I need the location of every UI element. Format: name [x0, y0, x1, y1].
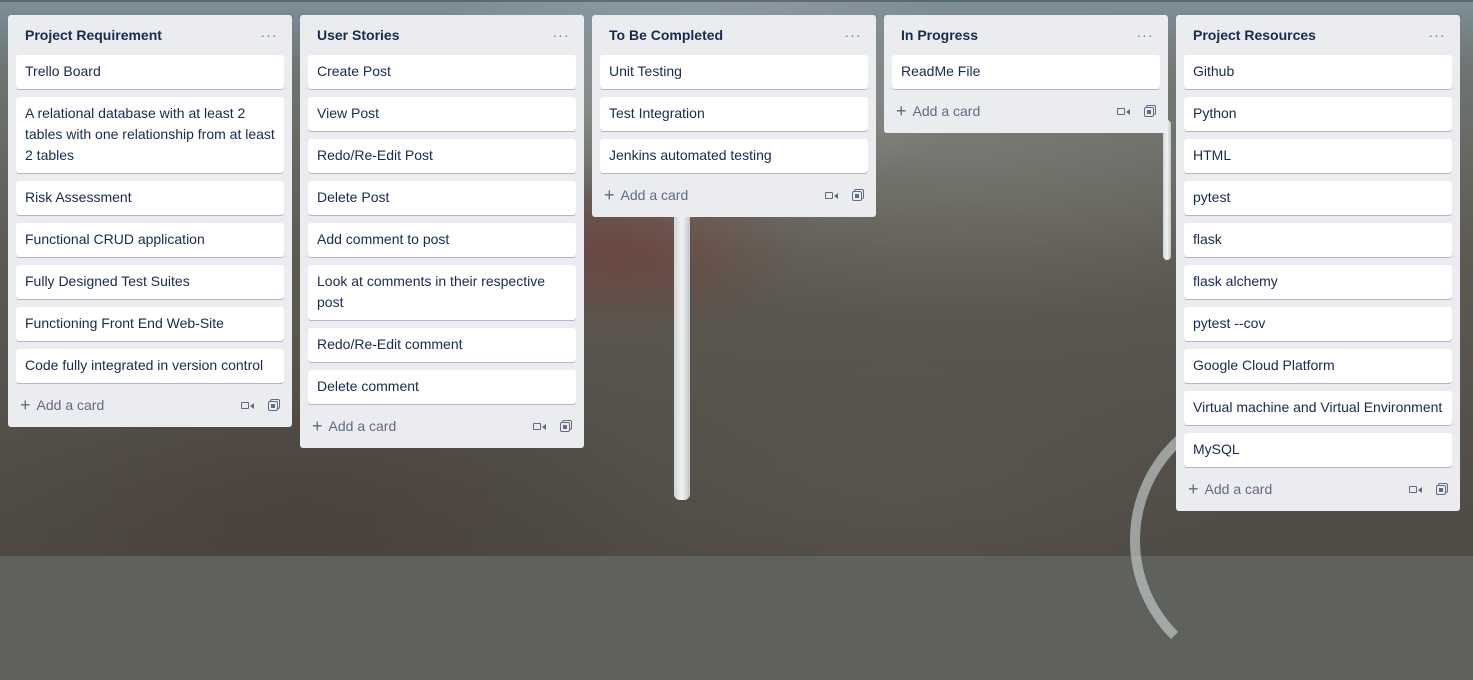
card[interactable]: Functional CRUD application: [16, 223, 284, 257]
list-footer: + Add a card: [892, 97, 1160, 125]
top-bar-edge: [0, 0, 1473, 2]
card-list: Trello Board A relational database with a…: [16, 55, 284, 383]
board-canvas: Project Requirement ··· Trello Board A re…: [8, 15, 1473, 556]
card[interactable]: Risk Assessment: [16, 181, 284, 215]
list-header: To Be Completed ···: [600, 15, 868, 55]
card-list: Create Post View Post Redo/Re-Edit Post Del…: [308, 55, 576, 404]
footer-icons: [533, 420, 572, 432]
more-horizontal-icon[interactable]: ···: [258, 24, 280, 46]
card[interactable]: Add comment to post: [308, 223, 576, 257]
list-title[interactable]: Project Resources: [1193, 27, 1316, 43]
list-header: Project Requirement ···: [16, 15, 284, 55]
list-in-progress: In Progress ··· ReadMe File + Add a card: [884, 15, 1168, 133]
more-horizontal-icon[interactable]: ···: [550, 24, 572, 46]
list-footer: + Add a card: [600, 181, 868, 209]
card-list: ReadMe File: [892, 55, 1160, 89]
card[interactable]: Look at comments in their respective pos…: [308, 265, 576, 320]
card[interactable]: Trello Board: [16, 55, 284, 89]
add-card-button[interactable]: + Add a card: [20, 395, 105, 415]
footer-icons: [1117, 105, 1156, 117]
add-card-label: Add a card: [912, 103, 981, 119]
add-card-button[interactable]: + Add a card: [312, 416, 397, 436]
card[interactable]: A relational database with at least 2 ta…: [16, 97, 284, 173]
video-camera-icon[interactable]: [241, 401, 254, 410]
card[interactable]: pytest --cov: [1184, 307, 1452, 341]
list-title[interactable]: In Progress: [901, 27, 978, 43]
list-header: Project Resources ···: [1184, 15, 1452, 55]
more-horizontal-icon[interactable]: ···: [1134, 24, 1156, 46]
card[interactable]: Unit Testing: [600, 55, 868, 89]
add-card-button[interactable]: + Add a card: [1188, 479, 1273, 499]
card[interactable]: Jenkins automated testing: [600, 139, 868, 173]
footer-icons: [241, 399, 280, 411]
card[interactable]: Redo/Re-Edit comment: [308, 328, 576, 362]
list-footer: + Add a card: [16, 391, 284, 419]
card[interactable]: Code fully integrated in version control: [16, 349, 284, 383]
card-list: Unit Testing Test Integration Jenkins auto…: [600, 55, 868, 173]
card[interactable]: Redo/Re-Edit Post: [308, 139, 576, 173]
card[interactable]: flask alchemy: [1184, 265, 1452, 299]
card-list: Github Python HTML pytest flask flask alchemy…: [1184, 55, 1452, 467]
list-project-resources: Project Resources ··· Github Python HTML py…: [1176, 15, 1460, 511]
list-footer: + Add a card: [308, 412, 576, 440]
card[interactable]: Virtual machine and Virtual Environment: [1184, 391, 1452, 425]
add-card-label: Add a card: [36, 397, 105, 413]
video-camera-icon[interactable]: [1117, 107, 1130, 116]
plus-icon: +: [604, 185, 615, 205]
plus-icon: +: [20, 395, 31, 415]
list-user-stories: User Stories ··· Create Post View Post Red…: [300, 15, 584, 448]
card[interactable]: Test Integration: [600, 97, 868, 131]
plus-icon: +: [1188, 479, 1199, 499]
card-template-icon[interactable]: [560, 420, 572, 432]
list-footer: + Add a card: [1184, 475, 1452, 503]
video-camera-icon[interactable]: [825, 191, 838, 200]
list-header: User Stories ···: [308, 15, 576, 55]
card[interactable]: Delete comment: [308, 370, 576, 404]
footer-icons: [1409, 483, 1448, 495]
add-card-button[interactable]: + Add a card: [896, 101, 981, 121]
video-camera-icon[interactable]: [1409, 485, 1422, 494]
add-card-label: Add a card: [1204, 481, 1273, 497]
card[interactable]: Delete Post: [308, 181, 576, 215]
list-title[interactable]: To Be Completed: [609, 27, 723, 43]
video-camera-icon[interactable]: [533, 422, 546, 431]
card[interactable]: Python: [1184, 97, 1452, 131]
card[interactable]: ReadMe File: [892, 55, 1160, 89]
list-title[interactable]: User Stories: [317, 27, 399, 43]
card[interactable]: flask: [1184, 223, 1452, 257]
card[interactable]: Fully Designed Test Suites: [16, 265, 284, 299]
list-to-be-completed: To Be Completed ··· Unit Testing Test Int…: [592, 15, 876, 217]
card[interactable]: Create Post: [308, 55, 576, 89]
more-horizontal-icon[interactable]: ···: [842, 24, 864, 46]
card[interactable]: Github: [1184, 55, 1452, 89]
list-header: In Progress ···: [892, 15, 1160, 55]
card[interactable]: View Post: [308, 97, 576, 131]
more-horizontal-icon[interactable]: ···: [1426, 24, 1448, 46]
list-title[interactable]: Project Requirement: [25, 27, 162, 43]
card[interactable]: Functioning Front End Web-Site: [16, 307, 284, 341]
card-template-icon[interactable]: [268, 399, 280, 411]
plus-icon: +: [896, 101, 907, 121]
card[interactable]: HTML: [1184, 139, 1452, 173]
card[interactable]: pytest: [1184, 181, 1452, 215]
plus-icon: +: [312, 416, 323, 436]
card[interactable]: Google Cloud Platform: [1184, 349, 1452, 383]
add-card-label: Add a card: [328, 418, 397, 434]
footer-icons: [825, 189, 864, 201]
add-card-label: Add a card: [620, 187, 689, 203]
card-template-icon[interactable]: [1144, 105, 1156, 117]
card-template-icon[interactable]: [1436, 483, 1448, 495]
card[interactable]: MySQL: [1184, 433, 1452, 467]
add-card-button[interactable]: + Add a card: [604, 185, 689, 205]
list-project-requirement: Project Requirement ··· Trello Board A re…: [8, 15, 292, 427]
card-template-icon[interactable]: [852, 189, 864, 201]
